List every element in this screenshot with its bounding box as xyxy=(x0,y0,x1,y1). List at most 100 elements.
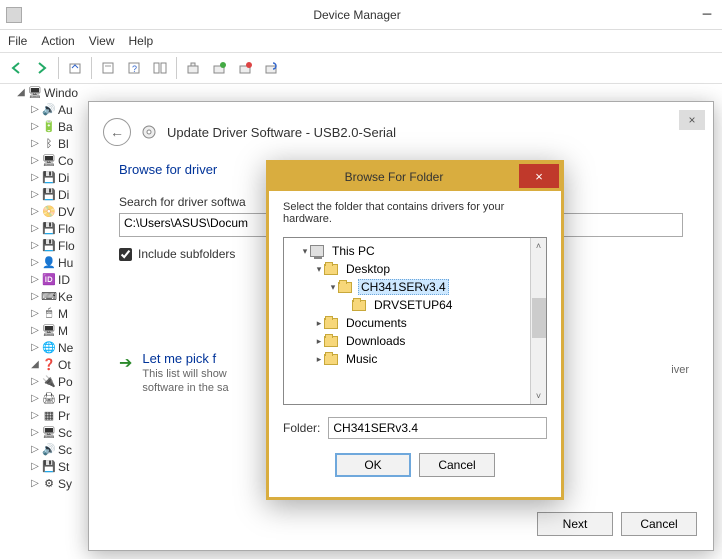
tree-item[interactable]: ▷🔌Po xyxy=(6,373,90,390)
folder-icon xyxy=(324,318,338,329)
expand-icon[interactable]: ▾ xyxy=(300,246,310,257)
minimize-button[interactable]: − xyxy=(692,4,722,25)
tree-item[interactable]: ▷💾Di xyxy=(6,186,90,203)
browse-titlebar: Browse For Folder × xyxy=(269,163,561,191)
expand-icon[interactable]: ▷ xyxy=(30,172,40,183)
expand-icon[interactable]: ▷ xyxy=(30,121,40,132)
browse-close-button[interactable]: × xyxy=(519,164,559,188)
folder-tree-item[interactable]: DRVSETUP64 xyxy=(286,296,544,314)
expand-icon[interactable]: ▷ xyxy=(30,461,40,472)
expand-icon[interactable]: ▷ xyxy=(30,444,40,455)
tree-item[interactable]: ▷🔊Sc xyxy=(6,441,90,458)
tree-item[interactable]: ◢❓Ot xyxy=(6,356,90,373)
scrollbar[interactable]: ˄ ˅ xyxy=(530,238,546,404)
menu-help[interactable]: Help xyxy=(129,34,154,48)
expand-icon[interactable]: ▷ xyxy=(30,274,40,285)
tree-item[interactable]: ▷💾St xyxy=(6,458,90,475)
scan-button[interactable] xyxy=(181,56,205,80)
expand-icon[interactable]: ▷ xyxy=(30,478,40,489)
tree-item[interactable]: ▷🔋Ba xyxy=(6,118,90,135)
uninstall-button[interactable] xyxy=(259,56,283,80)
expand-icon[interactable]: ▸ xyxy=(314,318,324,329)
tree-item[interactable]: ▷🌐Ne xyxy=(6,339,90,356)
expand-icon[interactable]: ▷ xyxy=(30,240,40,251)
help-button[interactable]: ? xyxy=(122,56,146,80)
expand-icon[interactable]: ▷ xyxy=(30,104,40,115)
expand-icon[interactable]: ▷ xyxy=(30,257,40,268)
folder-tree[interactable]: ▾This PC▾Desktop▾CH341SERv3.4DRVSETUP64▸… xyxy=(283,237,547,405)
expand-icon[interactable]: ▷ xyxy=(30,308,40,319)
back-button[interactable] xyxy=(4,56,28,80)
disable-button[interactable] xyxy=(233,56,257,80)
folder-tree-item[interactable]: ▾ CH341SERv3.4 xyxy=(286,278,544,296)
back-button[interactable]: ← xyxy=(103,118,131,146)
expand-icon[interactable]: ▷ xyxy=(30,206,40,217)
folder-tree-item[interactable]: ▾Desktop xyxy=(286,260,544,278)
tree-item[interactable]: ▷📀DV xyxy=(6,203,90,220)
browse-cancel-button[interactable]: Cancel xyxy=(419,453,495,477)
tree-item[interactable]: ▷🖥Co xyxy=(6,152,90,169)
update-driver-button[interactable] xyxy=(207,56,231,80)
scroll-up-icon[interactable]: ˄ xyxy=(531,238,546,254)
tree-item[interactable]: ▷⚙Sy xyxy=(6,475,90,492)
expand-icon[interactable]: ▷ xyxy=(30,189,40,200)
folder-tree-item[interactable]: ▸Music xyxy=(286,350,544,368)
expand-icon[interactable]: ▷ xyxy=(30,410,40,421)
menu-action[interactable]: Action xyxy=(41,34,74,48)
expand-icon[interactable]: ▷ xyxy=(30,427,40,438)
tree-item[interactable]: ▷💾Flo xyxy=(6,220,90,237)
expand-icon[interactable]: ▷ xyxy=(30,325,40,336)
expand-icon[interactable]: ◢ xyxy=(30,359,40,370)
expand-icon[interactable]: ▾ xyxy=(314,264,324,275)
cancel-button[interactable]: Cancel xyxy=(621,512,697,536)
folder-tree-label: CH341SERv3.4 xyxy=(358,279,449,295)
toolbar: ? xyxy=(0,52,722,84)
tree-item[interactable]: ▷⌨Ke xyxy=(6,288,90,305)
tree-item[interactable]: ▷🖨Pr xyxy=(6,390,90,407)
expand-icon[interactable]: ▷ xyxy=(30,291,40,302)
expand-icon[interactable]: ▷ xyxy=(30,223,40,234)
expand-icon[interactable]: ▸ xyxy=(314,354,324,365)
folder-input[interactable] xyxy=(328,417,547,439)
folder-tree-item[interactable]: ▸Downloads xyxy=(286,332,544,350)
tree-item[interactable]: ▷ᛒBl xyxy=(6,135,90,152)
tree-item[interactable]: ▷▦Pr xyxy=(6,407,90,424)
collapse-icon[interactable]: ◢ xyxy=(16,87,26,98)
scroll-thumb[interactable] xyxy=(532,298,546,338)
tile-button[interactable] xyxy=(148,56,172,80)
include-subfolders-input[interactable] xyxy=(119,248,132,261)
device-tree[interactable]: ◢ 🖥 Windo ▷🔊Au▷🔋Ba▷ᛒBl▷🖥Co▷💾Di▷💾Di▷📀DV▷💾… xyxy=(0,84,90,554)
scroll-down-icon[interactable]: ˅ xyxy=(531,388,546,404)
tree-item[interactable]: ▷🖥M xyxy=(6,322,90,339)
show-hidden-button[interactable] xyxy=(63,56,87,80)
tree-item[interactable]: ▷🖱M xyxy=(6,305,90,322)
menu-view[interactable]: View xyxy=(89,34,115,48)
ok-button[interactable]: OK xyxy=(335,453,411,477)
tree-root[interactable]: ◢ 🖥 Windo xyxy=(6,84,90,101)
expand-icon[interactable]: ▷ xyxy=(30,393,40,404)
tree-item[interactable]: ▷🔊Au xyxy=(6,101,90,118)
forward-button[interactable] xyxy=(30,56,54,80)
expand-icon[interactable]: ▷ xyxy=(30,155,40,166)
folder-tree-item[interactable]: ▸Documents xyxy=(286,314,544,332)
browse-intro: Select the folder that contains drivers … xyxy=(283,201,547,225)
folder-label: Folder: xyxy=(283,421,320,435)
device-icon: 🔊 xyxy=(42,443,56,457)
expand-icon[interactable]: ▷ xyxy=(30,138,40,149)
tree-item[interactable]: ▷🆔ID xyxy=(6,271,90,288)
tree-item[interactable]: ▷💾Di xyxy=(6,169,90,186)
tree-item[interactable]: ▷👤Hu xyxy=(6,254,90,271)
expand-icon[interactable]: ▷ xyxy=(30,376,40,387)
menu-file[interactable]: File xyxy=(8,34,27,48)
tree-item[interactable]: ▷💾Flo xyxy=(6,237,90,254)
folder-tree-item[interactable]: ▾This PC xyxy=(286,242,544,260)
expand-icon[interactable]: ▾ xyxy=(328,282,338,293)
device-icon: 🖥 xyxy=(42,324,56,338)
dialog-close-button[interactable]: × xyxy=(679,110,705,130)
arrow-icon: ➔ xyxy=(119,353,132,394)
expand-icon[interactable]: ▸ xyxy=(314,336,324,347)
properties-button[interactable] xyxy=(96,56,120,80)
tree-item[interactable]: ▷🖥Sc xyxy=(6,424,90,441)
next-button[interactable]: Next xyxy=(537,512,613,536)
expand-icon[interactable]: ▷ xyxy=(30,342,40,353)
